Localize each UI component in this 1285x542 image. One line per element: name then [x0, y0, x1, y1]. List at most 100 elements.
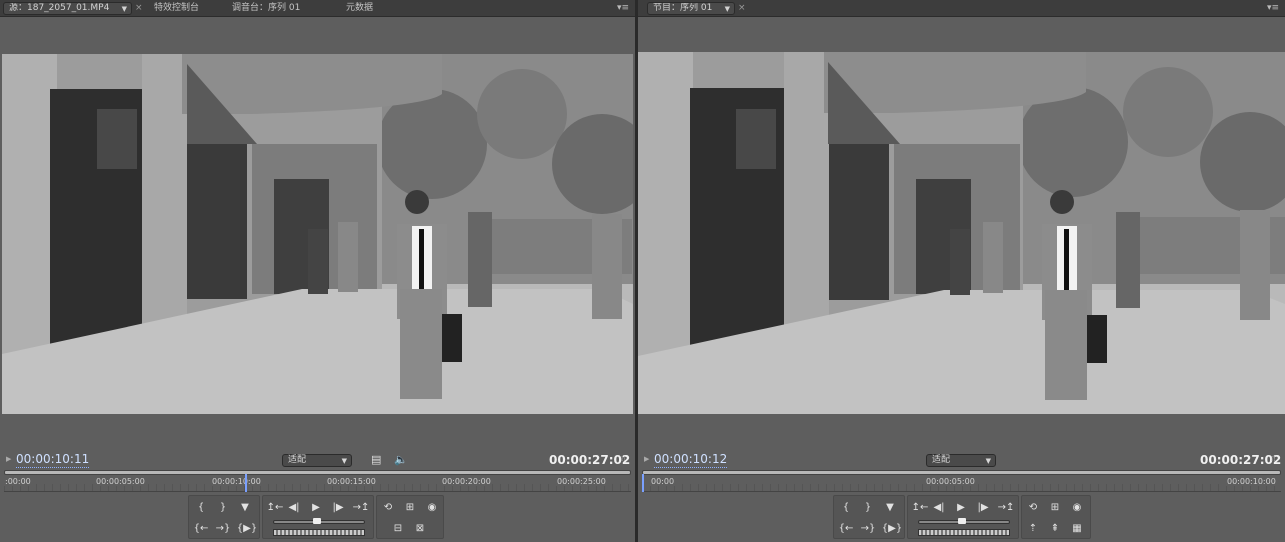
source-output-group: ⟲ ⊞ ◉ ⊟ ⊠: [376, 495, 444, 539]
sequence-label: 节目：序列 01: [653, 3, 713, 13]
goto-in-button[interactable]: {←: [836, 523, 856, 535]
program-video-frame: [638, 52, 1285, 414]
source-playhead[interactable]: [245, 474, 247, 492]
step-back-button[interactable]: ◀|: [287, 502, 301, 514]
step-back-edit-button[interactable]: ↥←: [910, 502, 930, 514]
lift-button[interactable]: ⇡: [1026, 523, 1040, 535]
overlay-button[interactable]: ⊠: [413, 523, 427, 535]
program-duration-timecode: 00:00:27:02: [1200, 453, 1282, 467]
ruler-tick-label: 00:00:20:00: [441, 477, 492, 486]
step-forward-edit-button[interactable]: →↥: [351, 502, 371, 514]
premiere-workspace: 源：187_2057_01.MP4 ▼ × 特效控制台 调音台：序列 01 元数…: [0, 0, 1285, 542]
ruler-tick-label: 00:00:25:00: [556, 477, 607, 486]
ruler-tick-label: 00:00:10:00: [211, 477, 262, 486]
ruler-tick-label: 00:00:05:00: [95, 477, 146, 486]
source-duration-timecode: 00:00:27:02: [549, 453, 631, 467]
chevron-down-icon: ▼: [341, 457, 347, 465]
program-playhead[interactable]: [642, 474, 644, 492]
source-info-bar: ▶ 00:00:10:11 适配 ▼ ▤ 🔈 00:00:27:02 ⁞⁞: [0, 451, 635, 469]
street-scene-image: [638, 52, 1285, 414]
play-in-to-out-button[interactable]: {▶}: [235, 523, 259, 535]
close-icon[interactable]: ×: [135, 0, 143, 17]
ruler-tick-label: 00:00:15:00: [326, 477, 377, 486]
program-current-timecode[interactable]: 00:00:10:12: [654, 451, 728, 468]
output-button[interactable]: ◉: [1070, 502, 1084, 514]
film-strip-icon[interactable]: ▤: [371, 454, 381, 466]
shuttle-thumb[interactable]: [313, 518, 321, 524]
source-fit-dropdown[interactable]: 适配 ▼: [282, 454, 352, 467]
loop-button[interactable]: ⟲: [1026, 502, 1040, 514]
extract-button[interactable]: ⇞: [1048, 523, 1062, 535]
resize-grip-icon: ⁞⁞: [621, 455, 626, 463]
fit-label: 适配: [932, 455, 951, 465]
program-marker-group: { } ▼ {← →} {▶}: [833, 495, 905, 539]
goto-in-button[interactable]: {←: [191, 523, 211, 535]
ruler-tick-label: 00:00:05:00: [925, 477, 976, 486]
step-forward-edit-button[interactable]: →↥: [996, 502, 1016, 514]
mark-in-button[interactable]: {: [839, 502, 853, 514]
source-monitor-panel: 源：187_2057_01.MP4 ▼ × 特效控制台 调音台：序列 01 元数…: [0, 0, 635, 542]
program-playback-group: ↥← ◀| ▶ |▶ →↥: [907, 495, 1019, 539]
safe-margins-button[interactable]: ⊞: [403, 502, 417, 514]
tab-label: 特效控制台: [154, 3, 200, 13]
source-current-timecode[interactable]: 00:00:10:11: [16, 451, 90, 468]
source-transport-controls: { } ▼ {← →} {▶} ↥← ◀| ▶ |▶ →↥ ⟲ ⊞ ◉ ⊟ ⊠: [188, 495, 448, 539]
resize-grip-icon: ⁞⁞: [1271, 455, 1276, 463]
add-marker-button[interactable]: ▼: [238, 502, 252, 514]
trim-button[interactable]: ▦: [1070, 523, 1084, 535]
program-sequence-dropdown[interactable]: 节目：序列 01 ▼: [647, 2, 735, 15]
safe-margins-button[interactable]: ⊞: [1048, 502, 1062, 514]
program-transport-controls: { } ▼ {← →} {▶} ↥← ◀| ▶ |▶ →↥ ⟲ ⊞ ◉ ⇡ ⇞ …: [833, 495, 1093, 539]
tab-audio-mixer[interactable]: 调音台：序列 01: [225, 0, 331, 17]
panel-menu-icon[interactable]: ▾≡: [617, 0, 629, 17]
chevron-down-icon: ▼: [724, 5, 730, 13]
speaker-icon[interactable]: 🔈: [394, 454, 408, 466]
play-button[interactable]: ▶: [309, 502, 323, 514]
program-time-ruler[interactable]: 00:00 00:00:05:00 00:00:10:00: [642, 470, 1281, 492]
source-video-frame: [2, 54, 633, 414]
step-forward-button[interactable]: |▶: [976, 502, 990, 514]
panel-menu-icon[interactable]: ▾≡: [1267, 0, 1279, 17]
tab-metadata[interactable]: 元数据: [336, 0, 390, 17]
program-panel-tabbar: 节目：序列 01 ▼ × ▾≡: [638, 0, 1285, 17]
goto-out-button[interactable]: →}: [858, 523, 878, 535]
step-back-button[interactable]: ◀|: [932, 502, 946, 514]
jog-wheel[interactable]: [273, 529, 365, 536]
program-fit-dropdown[interactable]: 适配 ▼: [926, 454, 996, 467]
tab-label: 调音台：序列 01: [232, 3, 301, 13]
ruler-tick-label: 00:00:10:00: [1226, 477, 1277, 486]
tab-effect-controls[interactable]: 特效控制台: [146, 0, 222, 17]
step-back-edit-button[interactable]: ↥←: [265, 502, 285, 514]
chevron-down-icon: ▼: [121, 5, 127, 13]
mark-out-button[interactable]: }: [216, 502, 230, 514]
program-info-bar: ▶ 00:00:10:12 适配 ▼ 00:00:27:02 ⁞⁞: [638, 451, 1285, 469]
program-monitor-panel: 节目：序列 01 ▼ × ▾≡ ▶ 00:00:10:12 适配 ▼ 00:00…: [638, 0, 1285, 542]
loop-button[interactable]: ⟲: [381, 502, 395, 514]
pin-icon: ▶: [644, 455, 650, 463]
insert-button[interactable]: ⊟: [391, 523, 405, 535]
mark-out-button[interactable]: }: [861, 502, 875, 514]
jog-wheel[interactable]: [918, 529, 1010, 536]
source-time-ruler[interactable]: :00:00 00:00:05:00 00:00:10:00 00:00:15:…: [4, 470, 631, 492]
mark-in-button[interactable]: {: [194, 502, 208, 514]
chevron-down-icon: ▼: [985, 457, 991, 465]
program-zoom-track[interactable]: [642, 470, 1281, 475]
step-forward-button[interactable]: |▶: [331, 502, 345, 514]
close-icon[interactable]: ×: [738, 0, 746, 17]
source-clip-label: 源：187_2057_01.MP4: [9, 3, 110, 13]
fit-label: 适配: [288, 455, 307, 465]
play-in-to-out-button[interactable]: {▶}: [880, 523, 904, 535]
source-playback-group: ↥← ◀| ▶ |▶ →↥: [262, 495, 374, 539]
tab-label: 元数据: [346, 3, 374, 13]
shuttle-thumb[interactable]: [958, 518, 966, 524]
output-button[interactable]: ◉: [425, 502, 439, 514]
play-button[interactable]: ▶: [954, 502, 968, 514]
ruler-tick-label: 00:00: [650, 477, 676, 486]
pin-icon: ▶: [6, 455, 12, 463]
source-zoom-track[interactable]: [4, 470, 631, 475]
source-clip-dropdown[interactable]: 源：187_2057_01.MP4 ▼: [3, 2, 132, 15]
street-scene-image: [2, 54, 633, 414]
add-marker-button[interactable]: ▼: [883, 502, 897, 514]
program-output-group: ⟲ ⊞ ◉ ⇡ ⇞ ▦: [1021, 495, 1091, 539]
goto-out-button[interactable]: →}: [213, 523, 233, 535]
